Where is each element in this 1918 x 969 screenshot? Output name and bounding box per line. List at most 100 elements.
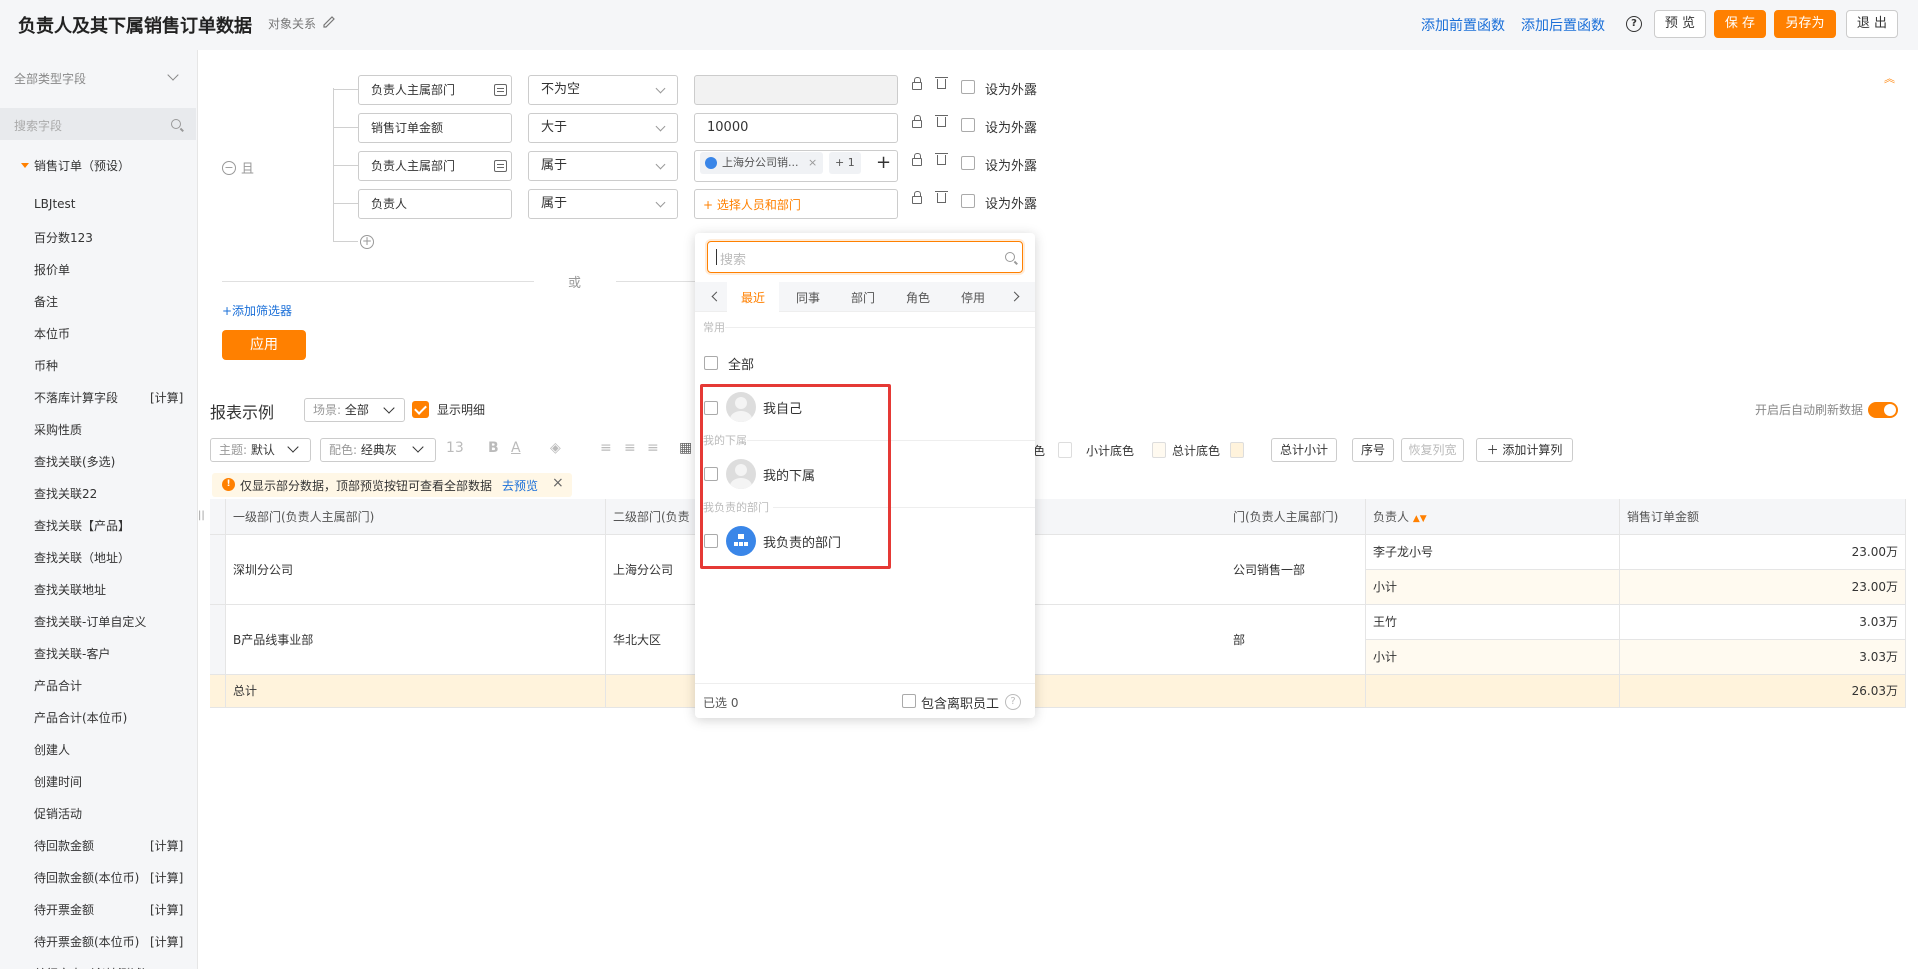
expose-checkbox[interactable] bbox=[961, 118, 975, 132]
sidebar-collapse-handle[interactable]: || bbox=[198, 510, 205, 521]
restore-width-button[interactable]: 恢复列宽 bbox=[1401, 438, 1464, 462]
expose-checkbox[interactable] bbox=[961, 80, 975, 94]
tree-root-sales-order[interactable]: 销售订单（预设） bbox=[34, 157, 130, 174]
sidebar-field-item[interactable]: 单行文本（必填测试） bbox=[34, 965, 154, 969]
lock-icon[interactable] bbox=[912, 191, 922, 204]
include-resigned-label[interactable]: 包含离职员工 bbox=[921, 693, 999, 712]
filter-field-select[interactable]: 负责人主属部门 bbox=[358, 75, 512, 105]
subtotal-bg-select[interactable] bbox=[1152, 442, 1166, 458]
sidebar-field-item[interactable]: 本位币 bbox=[34, 325, 70, 342]
sidebar-field-item[interactable]: 备注 bbox=[34, 293, 58, 310]
bold-icon[interactable]: B bbox=[488, 440, 499, 456]
total-subtotal-button[interactable]: 总计小计 bbox=[1271, 438, 1337, 462]
expose-label[interactable]: 设为外露 bbox=[985, 79, 1037, 98]
edit-pencil-icon[interactable] bbox=[322, 14, 336, 28]
column-header[interactable]: 负责人 ▲▼ bbox=[1366, 499, 1620, 535]
align-left-icon[interactable]: ≡ bbox=[600, 440, 612, 456]
sidebar-field-item[interactable]: 报价单 bbox=[34, 261, 70, 278]
filter-field-select[interactable]: 负责人主属部门 bbox=[358, 151, 512, 181]
field-picker-icon[interactable] bbox=[494, 84, 507, 96]
sidebar-field-item[interactable]: 查找关联-客户 bbox=[34, 645, 110, 662]
sidebar-field-item[interactable]: 促销活动 bbox=[34, 805, 82, 822]
sidebar-field-item[interactable]: 查找关联-订单自定义 bbox=[34, 613, 146, 630]
sidebar-field-item[interactable]: 查找关联(多选) bbox=[34, 453, 115, 470]
delete-icon[interactable] bbox=[935, 115, 948, 127]
preview-button[interactable]: 预 览 bbox=[1654, 10, 1706, 38]
object-relation-link[interactable]: 对象关系 bbox=[268, 15, 316, 32]
select-all-checkbox[interactable] bbox=[704, 356, 718, 370]
save-as-button[interactable]: 另存为 bbox=[1774, 10, 1836, 38]
sidebar-field-item[interactable]: LBJtest bbox=[34, 197, 76, 211]
expose-checkbox[interactable] bbox=[961, 156, 975, 170]
add-post-function-link[interactable]: 添加后置函数 bbox=[1521, 15, 1605, 35]
filter-value-input[interactable]: 10000 bbox=[694, 113, 898, 143]
lock-icon[interactable] bbox=[912, 115, 922, 128]
lock-icon[interactable] bbox=[912, 153, 922, 166]
font-size-select[interactable]: 13 bbox=[446, 440, 464, 456]
select-all-label[interactable]: 全部 bbox=[728, 354, 754, 373]
theme-select[interactable]: 主题: 默认 bbox=[210, 438, 311, 462]
tab-recent[interactable]: 最近 bbox=[741, 289, 765, 306]
lock-icon[interactable] bbox=[912, 77, 922, 90]
auto-refresh-toggle[interactable] bbox=[1868, 402, 1898, 418]
filter-operator-select[interactable]: 不为空 bbox=[528, 75, 678, 105]
field-type-select[interactable]: 全部类型字段 bbox=[14, 70, 86, 87]
fill-color-icon[interactable]: ◈ bbox=[550, 440, 561, 456]
sidebar-field-item[interactable]: 查找关联【产品】 bbox=[34, 517, 130, 534]
caret-down-icon[interactable] bbox=[21, 163, 29, 168]
sidebar-field-item[interactable]: 产品合计 bbox=[34, 677, 82, 694]
chevron-left-icon[interactable] bbox=[711, 291, 722, 302]
add-calc-column-button[interactable]: ＋ 添加计算列 bbox=[1476, 438, 1573, 462]
sidebar-field-item[interactable]: 百分数123 bbox=[34, 229, 93, 246]
delete-icon[interactable] bbox=[935, 77, 948, 89]
select-person-link[interactable]: + 选择人员和部门 bbox=[703, 196, 801, 213]
more-tags-count[interactable]: + 1 bbox=[829, 152, 861, 174]
sidebar-field-item[interactable]: 查找关联22 bbox=[34, 485, 97, 502]
filter-operator-select[interactable]: 属于 bbox=[528, 151, 678, 181]
expose-label[interactable]: 设为外露 bbox=[985, 155, 1037, 174]
align-center-icon[interactable]: ≡ bbox=[624, 440, 636, 456]
collapse-group-icon[interactable]: − bbox=[222, 161, 236, 175]
filter-field-select[interactable]: 负责人 bbox=[358, 189, 512, 219]
sidebar-field-item[interactable]: 待回款金额(本位币) bbox=[34, 869, 139, 886]
delete-icon[interactable] bbox=[935, 191, 948, 203]
sidebar-field-item[interactable]: 产品合计(本位币) bbox=[34, 709, 127, 726]
help-icon[interactable]: ? bbox=[1626, 16, 1642, 32]
filter-operator-select[interactable]: 属于 bbox=[528, 189, 678, 219]
index-button[interactable]: 序号 bbox=[1352, 438, 1394, 462]
expose-checkbox[interactable] bbox=[961, 194, 975, 208]
sidebar-field-item[interactable]: 待回款金额 bbox=[34, 837, 94, 854]
delete-icon[interactable] bbox=[935, 153, 948, 165]
filter-operator-select[interactable]: 大于 bbox=[528, 113, 678, 143]
sidebar-field-item[interactable]: 查找关联地址 bbox=[34, 581, 106, 598]
tab-colleagues[interactable]: 同事 bbox=[796, 289, 820, 306]
filter-field-select[interactable]: 销售订单金额 bbox=[358, 113, 512, 143]
expose-label[interactable]: 设为外露 bbox=[985, 193, 1037, 212]
sidebar-field-item[interactable]: 币种 bbox=[34, 357, 58, 374]
chevron-down-icon[interactable] bbox=[167, 69, 179, 81]
close-icon[interactable]: × bbox=[552, 475, 564, 491]
sidebar-field-item[interactable]: 创建时间 bbox=[34, 773, 82, 790]
tab-disabled[interactable]: 停用 bbox=[961, 289, 985, 306]
include-resigned-checkbox[interactable] bbox=[902, 694, 916, 708]
sidebar-field-item[interactable]: 待开票金额 bbox=[34, 901, 94, 918]
help-icon[interactable]: ? bbox=[1005, 694, 1021, 710]
save-button[interactable]: 保 存 bbox=[1714, 10, 1766, 38]
filter-value-input[interactable] bbox=[694, 75, 898, 105]
chevron-right-icon[interactable] bbox=[1009, 291, 1020, 302]
font-color-icon[interactable]: A bbox=[511, 440, 521, 456]
total-bg-select[interactable] bbox=[1230, 442, 1244, 458]
sort-icon[interactable]: ▲▼ bbox=[1413, 514, 1427, 524]
field-picker-icon[interactable] bbox=[494, 160, 507, 172]
picker-search-input[interactable]: 搜索 bbox=[707, 241, 1023, 273]
field-search-input[interactable]: 搜索字段 bbox=[0, 108, 196, 140]
remove-tag-icon[interactable]: × bbox=[808, 156, 817, 169]
selected-dept-tag[interactable]: 上海分公司销... × bbox=[700, 152, 824, 174]
expose-label[interactable]: 设为外露 bbox=[985, 117, 1037, 136]
exit-button[interactable]: 退 出 bbox=[1846, 10, 1898, 38]
color-fragment-select[interactable] bbox=[1058, 442, 1072, 458]
table-icon[interactable]: ▦ bbox=[679, 440, 692, 456]
sidebar-field-item[interactable]: 创建人 bbox=[34, 741, 70, 758]
align-right-icon[interactable]: ≡ bbox=[647, 440, 659, 456]
add-value-icon[interactable]: + bbox=[876, 152, 891, 173]
